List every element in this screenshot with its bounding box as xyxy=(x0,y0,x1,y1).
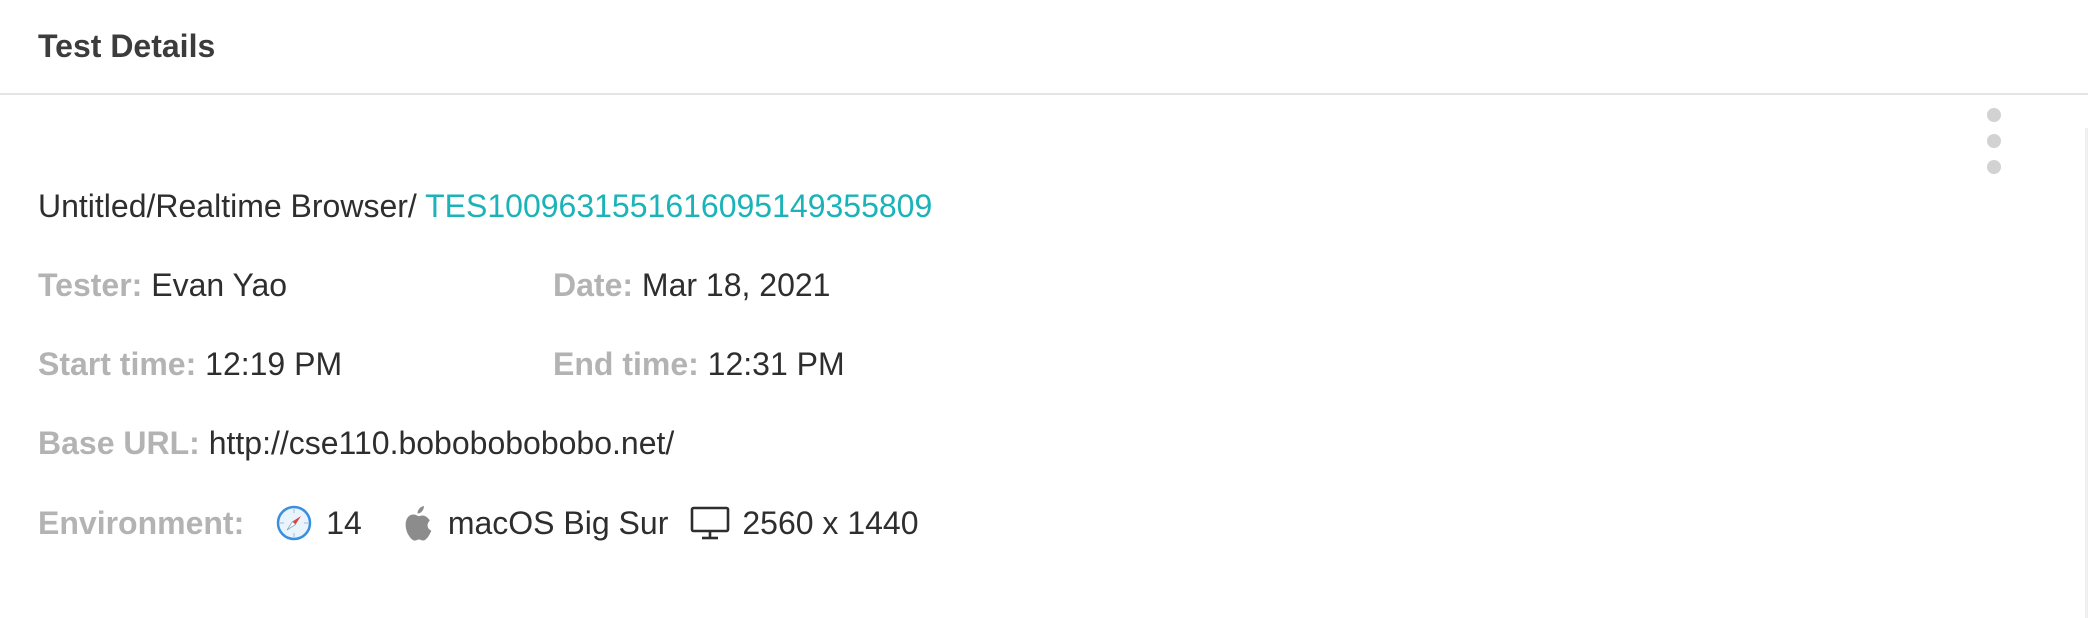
tester-value: Evan Yao xyxy=(151,267,288,303)
start-time-value: 12:19 PM xyxy=(205,346,343,382)
start-time-label: Start time: xyxy=(38,346,197,382)
tester-label: Tester: xyxy=(38,267,143,303)
test-details-panel: Test Details Untitled/Realtime Browser/ … xyxy=(0,0,2088,618)
environment-field: Environment: 14 macOS Big Sur 2560 x 144… xyxy=(38,502,919,544)
panel-title: Test Details xyxy=(38,28,216,64)
kebab-dot xyxy=(1987,134,2001,148)
date-label: Date: xyxy=(553,267,634,303)
date-field: Date: Mar 18, 2021 xyxy=(553,267,830,304)
environment-label: Environment: xyxy=(38,504,245,541)
test-path-prefix: Untitled/Realtime Browser/ xyxy=(38,188,417,224)
base-url-value: http://cse110.bobobobobobo.net/ xyxy=(208,425,675,461)
safari-icon xyxy=(276,505,312,541)
panel-header: Test Details xyxy=(0,0,2088,95)
screen-resolution: 2560 x 1440 xyxy=(742,504,919,541)
end-time-value: 12:31 PM xyxy=(707,346,845,382)
start-time-field: Start time: 12:19 PM xyxy=(38,346,342,383)
kebab-dot xyxy=(1987,108,2001,122)
test-path: Untitled/Realtime Browser/ TES1009631551… xyxy=(38,188,932,225)
tester-field: Tester: Evan Yao xyxy=(38,267,287,304)
test-id-link[interactable]: TES1009631551616095149355809 xyxy=(425,188,932,224)
base-url-label: Base URL: xyxy=(38,425,200,461)
browser-version: 14 xyxy=(326,504,362,541)
end-time-label: End time: xyxy=(553,346,699,382)
apple-icon xyxy=(402,504,434,542)
monitor-icon xyxy=(690,505,730,541)
kebab-dot xyxy=(1987,160,2001,174)
end-time-field: End time: 12:31 PM xyxy=(553,346,845,383)
date-value: Mar 18, 2021 xyxy=(641,267,831,303)
os-name: macOS Big Sur xyxy=(447,504,669,541)
more-options-icon[interactable] xyxy=(1980,108,2008,174)
base-url-field: Base URL: http://cse110.bobobobobobo.net… xyxy=(38,425,674,462)
